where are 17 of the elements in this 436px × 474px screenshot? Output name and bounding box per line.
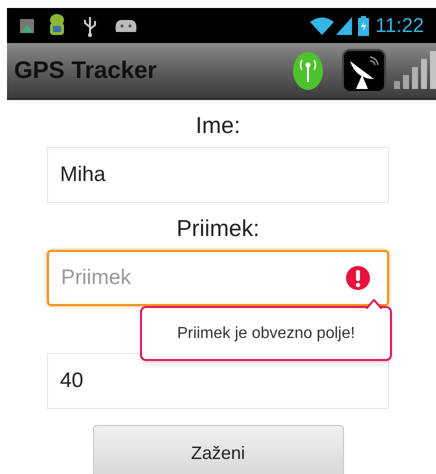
tooltip-pointer [366, 299, 382, 309]
error-icon [345, 265, 371, 291]
field-label: Priimek: [176, 214, 260, 244]
usb-icon [83, 14, 97, 36]
wifi-icon [309, 16, 336, 36]
app-title: GPS Tracker [14, 56, 157, 86]
signal-icon [336, 16, 352, 34]
clock: 11:22 [375, 14, 424, 38]
field-label: Ime: [196, 111, 240, 140]
satellite-dish-icon[interactable] [342, 48, 386, 92]
game-controller-icon [113, 18, 139, 34]
antenna-icon[interactable] [292, 50, 324, 90]
start-button[interactable]: Zaženi [92, 425, 344, 474]
battery-icon [358, 16, 370, 36]
text-field[interactable]: 40 [47, 353, 389, 409]
picture-notification-icon [19, 18, 35, 34]
text-field[interactable]: Miha [47, 147, 389, 203]
